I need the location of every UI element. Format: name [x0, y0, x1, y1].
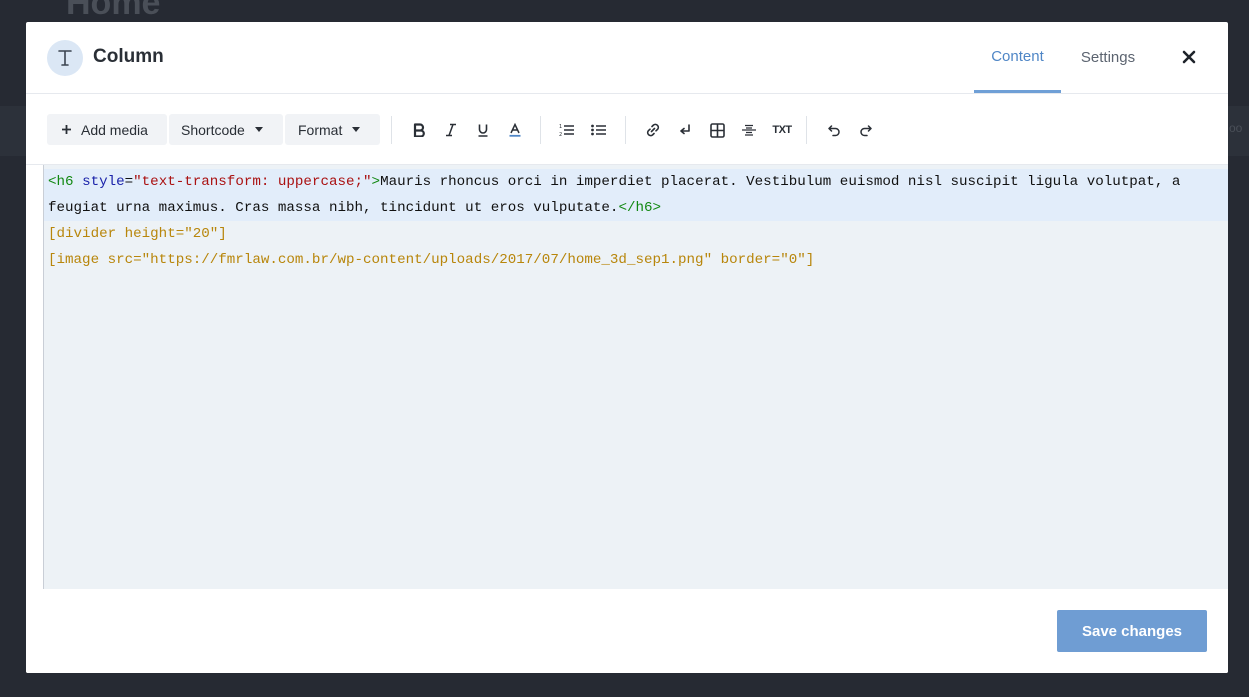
shortcode-dropdown[interactable]: Shortcode [169, 114, 283, 145]
plus-icon [61, 124, 72, 135]
bold-icon[interactable] [407, 118, 431, 142]
strikethrough-icon[interactable] [737, 118, 761, 142]
modal-title: Column [93, 46, 164, 67]
ordered-list-icon[interactable]: 12 [555, 118, 579, 142]
unordered-list-icon[interactable] [587, 118, 611, 142]
code-attr-name: style [82, 174, 125, 190]
column-modal: Column Content Settings Add media Shortc… [26, 22, 1228, 673]
editor-toolbar: Add media Shortcode Format 12 TXT [26, 94, 1228, 165]
undo-icon[interactable] [822, 118, 846, 142]
toolbar-divider [806, 116, 807, 144]
tab-settings[interactable]: Settings [1069, 22, 1147, 93]
code-equals: = [124, 174, 134, 190]
code-text: feugiat urna maximus. Cras massa nibh, t… [48, 200, 619, 216]
table-icon[interactable] [705, 118, 729, 142]
redo-icon[interactable] [854, 118, 878, 142]
code-text: Mauris rhoncus orci in imperdiet placera… [380, 174, 1181, 190]
code-tag-close: </h6> [618, 200, 662, 216]
link-icon[interactable] [641, 118, 665, 142]
modal-header: Column Content Settings [26, 22, 1228, 94]
line-break-icon[interactable] [673, 118, 697, 142]
code-line-4: [image src="https://fmrlaw.com.br/wp-con… [48, 252, 815, 268]
add-media-button[interactable]: Add media [47, 114, 167, 145]
format-dropdown[interactable]: Format [285, 114, 380, 145]
tab-content[interactable]: Content [974, 22, 1061, 93]
text-type-icon [47, 40, 83, 76]
italic-icon[interactable] [439, 118, 463, 142]
code-line-2: feugiat urna maximus. Cras massa nibh, t… [48, 195, 661, 221]
toolbar-divider [391, 116, 392, 144]
code-tag-open: <h6 [48, 174, 74, 190]
save-changes-button[interactable]: Save changes [1057, 610, 1207, 652]
code-line-3: [divider height="20"] [48, 226, 227, 242]
close-icon[interactable] [1177, 45, 1201, 69]
underline-icon[interactable] [471, 118, 495, 142]
modal-footer: Save changes [26, 589, 1228, 673]
code-editor[interactable]: <h6 style="text-transform: uppercase;">M… [43, 165, 1228, 589]
code-line-1: <h6 style="text-transform: uppercase;">M… [48, 169, 1180, 195]
code-tag-bracket: > [371, 174, 381, 190]
toolbar-divider [625, 116, 626, 144]
format-label: Format [298, 121, 343, 138]
add-media-label: Add media [81, 121, 148, 138]
svg-text:2: 2 [559, 132, 562, 137]
txt-icon[interactable]: TXT [769, 118, 795, 142]
background-fragment: oo [1229, 121, 1243, 135]
text-color-icon[interactable] [503, 118, 527, 142]
caret-down-icon [254, 127, 263, 132]
toolbar-divider [540, 116, 541, 144]
caret-down-icon [352, 127, 361, 132]
background-page-title: Home [66, 0, 161, 22]
code-attr-value: "text-transform: uppercase;" [133, 174, 372, 190]
svg-text:1: 1 [559, 124, 562, 130]
shortcode-label: Shortcode [181, 121, 245, 138]
